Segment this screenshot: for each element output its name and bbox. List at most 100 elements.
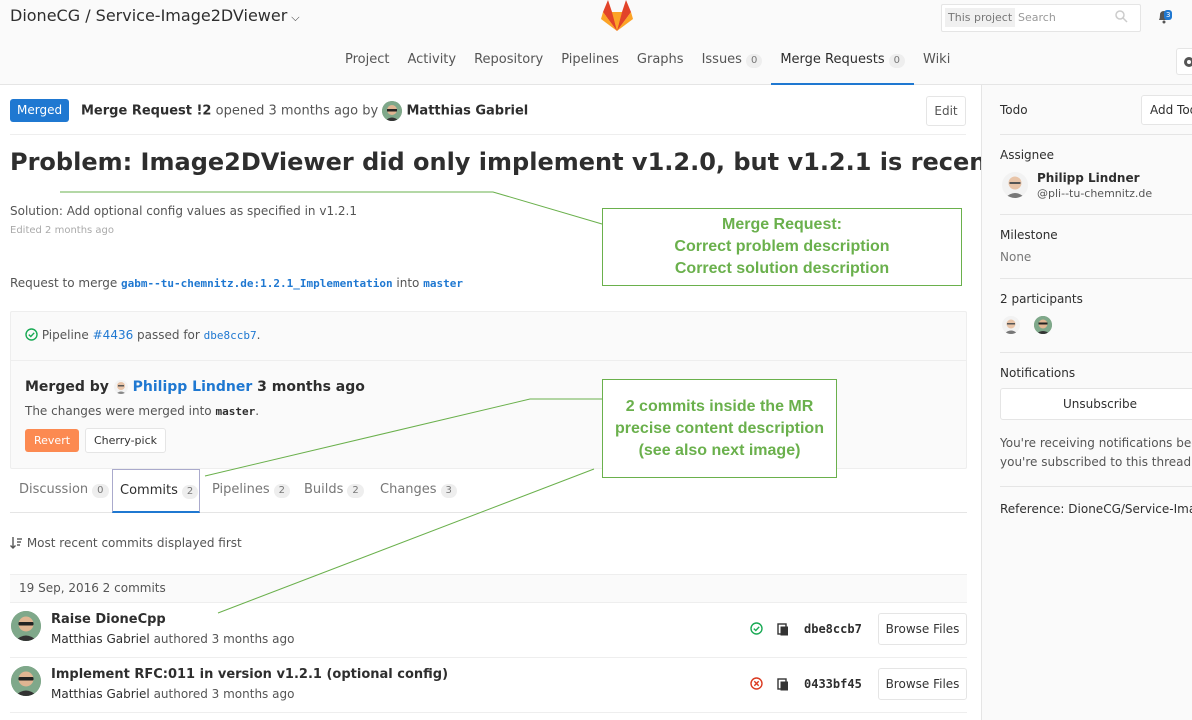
avatar[interactable] — [11, 666, 41, 696]
gitlab-logo-icon[interactable] — [600, 0, 634, 36]
notification-reason: You're receiving notifications becau you'… — [1000, 434, 1192, 472]
pipeline-status: Pipeline #4436 passed for dbe8ccb7. — [25, 328, 260, 342]
assignee-name[interactable]: Philipp Lindner — [1037, 171, 1140, 185]
success-check-icon[interactable] — [750, 622, 763, 639]
browse-files-button[interactable]: Browse Files — [878, 613, 967, 645]
tab-commits[interactable]: Commits 2 — [112, 469, 200, 513]
status-badge: Merged — [10, 99, 70, 122]
annotation-box-merge-request: Merge Request: Correct problem descripti… — [602, 208, 962, 286]
commit-when: authored 3 months ago — [153, 632, 295, 646]
tab-count: 0 — [92, 484, 109, 498]
avatar[interactable] — [113, 380, 128, 394]
mr-author[interactable]: Matthias Gabriel — [406, 104, 528, 119]
browse-files-button[interactable]: Browse Files — [878, 668, 967, 700]
tab-count: 3 — [440, 484, 457, 498]
project-breadcrumb[interactable]: DioneCG / Service-Image2DViewer ⌵ — [10, 6, 300, 25]
nav-label: Activity — [407, 52, 457, 67]
search-box[interactable]: This project Search — [941, 4, 1141, 32]
into-text: into — [396, 276, 420, 290]
merged-into-suffix: . — [255, 404, 260, 418]
annotation-text: Correct solution description — [674, 260, 890, 277]
notifications-bell-icon[interactable]: 3 — [1157, 9, 1173, 29]
avatar[interactable] — [11, 611, 41, 641]
list-item: Raise DioneCpp Matthias Gabriel authored… — [10, 603, 967, 658]
merged-by-name[interactable]: Philipp Lindner — [133, 379, 253, 395]
merged-by-label: Merged by — [25, 379, 109, 395]
commit-author-name[interactable]: Matthias Gabriel — [51, 632, 150, 646]
tab-pipelines[interactable]: Pipelines 2 — [212, 469, 291, 513]
milestone-value: None — [1000, 250, 1032, 264]
source-branch[interactable]: gabm--tu-chemnitz.de:1.2.1_Implementatio… — [121, 277, 393, 290]
pipeline-sha-link[interactable]: dbe8ccb7 — [204, 329, 257, 342]
copy-clipboard-icon[interactable] — [777, 677, 789, 695]
nav-merge-requests[interactable]: Merge Requests 0 — [771, 44, 914, 85]
failed-x-icon[interactable] — [750, 677, 763, 694]
tab-label: Builds — [304, 482, 344, 497]
notifications-label: Notifications — [1000, 366, 1076, 380]
cherry-pick-button[interactable]: Cherry-pick — [85, 428, 167, 453]
nav-label: Graphs — [636, 52, 684, 67]
top-header: DioneCG / Service-Image2DViewer ⌵ This pr… — [0, 0, 1192, 85]
assignee-username: @pli--tu-chemnitz.de — [1037, 187, 1153, 200]
commit-sha[interactable]: dbe8ccb7 — [804, 622, 862, 636]
assignee-label: Assignee — [1000, 148, 1055, 162]
mr-id: Merge Request !2 — [81, 103, 212, 119]
tab-count: 2 — [181, 485, 199, 499]
notifications-block: Notifications Unsubscribe You're receivi… — [1000, 353, 1192, 487]
tab-builds[interactable]: Builds 2 — [304, 469, 364, 513]
annotation-text: 2 commits inside the MR — [625, 398, 814, 415]
nav-project[interactable]: Project — [336, 44, 398, 85]
tab-discussion[interactable]: Discussion 0 — [19, 469, 109, 513]
todo-block: Todo Add Todo — [1000, 85, 1192, 135]
settings-gear-icon[interactable] — [1176, 48, 1192, 75]
nav-pipelines[interactable]: Pipelines — [552, 44, 628, 85]
commit-author-name[interactable]: Matthias Gabriel — [51, 687, 150, 701]
search-input[interactable]: Search — [1018, 11, 1056, 24]
tab-label: Discussion — [19, 482, 89, 497]
copy-clipboard-icon[interactable] — [777, 622, 789, 640]
pipeline-prefix: Pipeline — [41, 328, 89, 342]
unsubscribe-button[interactable]: Unsubscribe — [1000, 388, 1192, 420]
edit-button[interactable]: Edit — [926, 96, 966, 126]
tab-count: 2 — [273, 484, 291, 498]
mr-description: Solution: Add optional config values as … — [10, 204, 357, 218]
tab-count: 2 — [347, 484, 364, 498]
edited-time: Edited 2 months ago — [10, 225, 115, 236]
nav-label: Project — [345, 52, 390, 67]
mr-opened-text: opened 3 months ago by — [215, 103, 379, 119]
avatar[interactable] — [1034, 316, 1052, 334]
commit-sha[interactable]: 0433bf45 — [804, 677, 862, 691]
milestone-label: Milestone — [1000, 228, 1058, 242]
nav-wiki[interactable]: Wiki — [914, 44, 959, 85]
chevron-down-icon[interactable]: ⌵ — [291, 11, 299, 24]
nav-label: Pipelines — [561, 52, 619, 67]
participants-label: 2 participants — [1000, 292, 1083, 306]
right-sidebar: Todo Add Todo Assignee Philipp Lindner @… — [981, 85, 1192, 720]
avatar[interactable] — [382, 101, 403, 121]
commit-title[interactable]: Raise DioneCpp — [51, 612, 166, 627]
commit-title[interactable]: Implement RFC:011 in version v1.2.1 (opt… — [51, 667, 448, 682]
issues-count-badge: 0 — [745, 54, 763, 68]
tab-changes[interactable]: Changes 3 — [380, 469, 457, 513]
avatar[interactable] — [1002, 172, 1028, 198]
nav-repository[interactable]: Repository — [465, 44, 552, 85]
commit-author: Matthias Gabriel authored 3 months ago — [51, 687, 294, 701]
revert-button[interactable]: Revert — [25, 429, 80, 452]
merged-into-branch: master — [215, 405, 256, 418]
avatar[interactable] — [1002, 316, 1020, 334]
sort-desc-icon — [10, 536, 23, 550]
pipeline-link[interactable]: #4436 — [93, 328, 134, 342]
tab-label: Pipelines — [212, 482, 270, 497]
target-branch[interactable]: master — [423, 277, 463, 290]
add-todo-button[interactable]: Add Todo — [1141, 95, 1192, 125]
commit-order-note: Most recent commits displayed first — [10, 536, 242, 550]
divider — [11, 360, 966, 361]
merged-into-text: The changes were merged into — [25, 404, 212, 418]
notification-count: 3 — [1164, 10, 1173, 20]
commit-when: authored 3 months ago — [153, 687, 295, 701]
nav-issues[interactable]: Issues 0 — [693, 44, 772, 85]
reference[interactable]: Reference: DioneCG/Service-Ima… — [1000, 502, 1192, 516]
recent-label: Most recent commits displayed first — [26, 536, 242, 550]
nav-graphs[interactable]: Graphs — [628, 44, 693, 85]
nav-activity[interactable]: Activity — [398, 44, 465, 85]
